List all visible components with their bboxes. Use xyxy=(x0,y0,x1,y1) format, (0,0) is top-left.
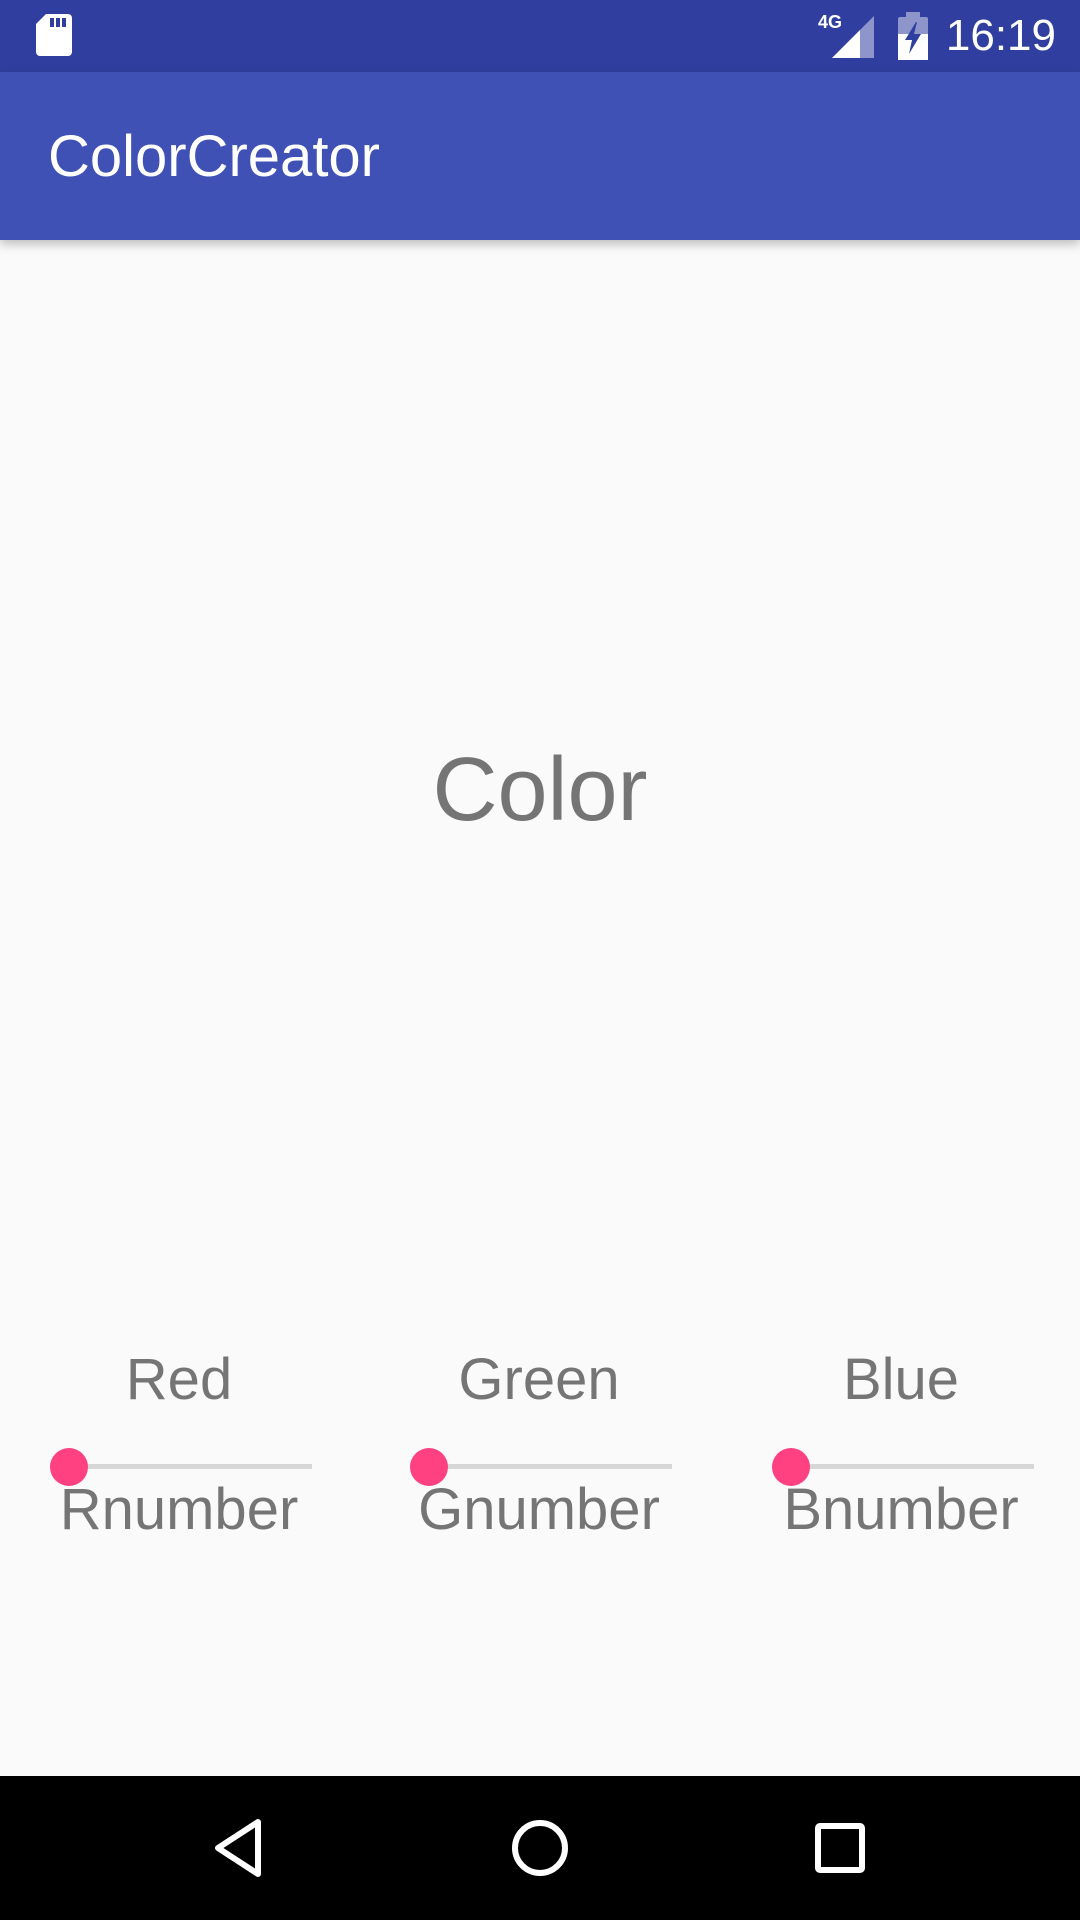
color-preview-label: Color xyxy=(432,740,648,840)
sd-card-icon xyxy=(36,14,72,56)
red-number: Rnumber xyxy=(59,1477,299,1542)
back-icon[interactable] xyxy=(204,1812,276,1884)
app-bar: ColorCreator xyxy=(0,72,1080,240)
green-label: Green xyxy=(458,1347,620,1412)
red-label: Red xyxy=(125,1347,233,1412)
blue-number: Bnumber xyxy=(783,1477,1019,1542)
green-number: Gnumber xyxy=(418,1477,660,1542)
home-icon[interactable] xyxy=(504,1812,576,1884)
app-title: ColorCreator xyxy=(48,124,380,189)
blue-label: Blue xyxy=(842,1347,960,1412)
status-time: 16:19 xyxy=(945,11,1056,60)
battery-charging-icon xyxy=(898,12,928,60)
blue-channel: Blue Bnumber xyxy=(756,1340,1046,1560)
svg-text:4G: 4G xyxy=(818,12,842,32)
status-bar: 4G 16:19 xyxy=(0,0,1080,72)
red-seekbar-track xyxy=(50,1464,312,1469)
signal-4g-icon: 4G xyxy=(818,12,874,58)
recents-icon[interactable] xyxy=(804,1812,876,1884)
blue-seekbar-track xyxy=(772,1464,1034,1469)
red-channel: Red Rnumber xyxy=(34,1340,324,1560)
green-channel: Green Gnumber xyxy=(394,1340,684,1560)
green-seekbar-track xyxy=(410,1464,672,1469)
navigation-bar xyxy=(0,1776,1080,1920)
